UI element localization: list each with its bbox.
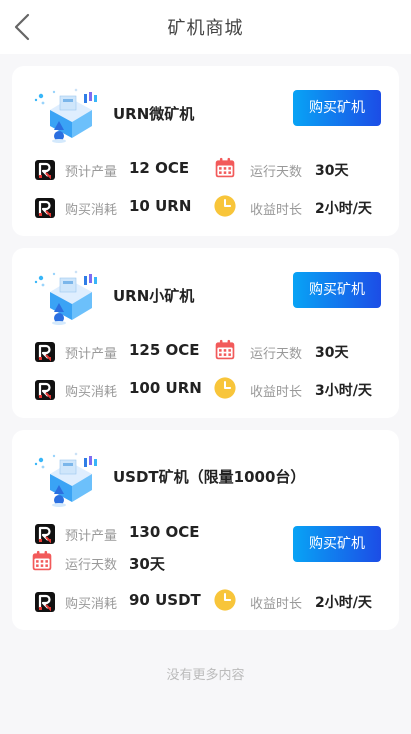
mining-machine-illustration bbox=[32, 450, 102, 512]
stat-value: 100 URN bbox=[129, 379, 202, 397]
buy-button[interactable]: 购买矿机 bbox=[293, 272, 381, 308]
stat-value: 30天 bbox=[315, 345, 349, 361]
mining-machine-illustration bbox=[32, 86, 102, 148]
stat-value: 125 OCE bbox=[129, 341, 200, 359]
product-name: URN小矿机 bbox=[113, 287, 195, 305]
stat-label: 收益时长 bbox=[250, 597, 303, 612]
stat-label: 运行天数 bbox=[250, 347, 303, 362]
product-name: USDT矿机（限量1000台） bbox=[113, 468, 306, 486]
calendar-icon bbox=[214, 339, 236, 361]
r-logo-icon bbox=[34, 379, 56, 401]
product-card-urn-small: URN小矿机 购买矿机 预计产量 125 OCE 运行天数 30天 购买消耗 1… bbox=[12, 248, 399, 418]
calendar-icon bbox=[31, 550, 53, 572]
stat-label: 购买消耗 bbox=[65, 203, 118, 218]
stat-label: 购买消耗 bbox=[65, 597, 118, 612]
stat-label: 预计产量 bbox=[65, 165, 118, 180]
no-more-content-note: 没有更多内容 bbox=[166, 668, 245, 683]
stat-value: 2小时/天 bbox=[315, 201, 372, 217]
stat-label: 收益时长 bbox=[250, 385, 303, 400]
stat-value: 130 OCE bbox=[129, 523, 200, 541]
stat-label: 运行天数 bbox=[65, 558, 118, 573]
buy-button[interactable]: 购买矿机 bbox=[293, 526, 381, 562]
stat-value: 3小时/天 bbox=[315, 383, 372, 399]
stat-value: 30天 bbox=[129, 555, 165, 573]
stat-label: 收益时长 bbox=[250, 203, 303, 218]
stat-label: 预计产量 bbox=[65, 529, 118, 544]
r-logo-icon bbox=[34, 341, 56, 363]
mining-machine-illustration bbox=[32, 268, 102, 330]
clock-icon bbox=[214, 377, 236, 399]
stat-label: 预计产量 bbox=[65, 347, 118, 362]
stat-label: 购买消耗 bbox=[65, 385, 118, 400]
product-name: URN微矿机 bbox=[113, 105, 195, 123]
r-logo-icon bbox=[34, 591, 56, 613]
stat-value: 90 USDT bbox=[129, 591, 201, 609]
r-logo-icon bbox=[34, 159, 56, 181]
clock-icon bbox=[214, 195, 236, 217]
stat-label: 运行天数 bbox=[250, 165, 303, 180]
product-card-usdt: USDT矿机（限量1000台） 购买矿机 预计产量 130 OCE 运行天数 3… bbox=[12, 430, 399, 630]
calendar-icon bbox=[214, 157, 236, 179]
header-bar: 矿机商城 bbox=[0, 0, 411, 54]
stat-value: 12 OCE bbox=[129, 159, 190, 177]
stat-value: 30天 bbox=[315, 163, 349, 179]
page-title: 矿机商城 bbox=[167, 18, 244, 39]
buy-button[interactable]: 购买矿机 bbox=[293, 90, 381, 126]
stat-value: 2小时/天 bbox=[315, 595, 372, 611]
r-logo-icon bbox=[34, 197, 56, 219]
product-card-urn-micro: URN微矿机 购买矿机 预计产量 12 OCE 运行天数 30天 购买消耗 10… bbox=[12, 66, 399, 236]
clock-icon bbox=[214, 589, 236, 611]
r-logo-icon bbox=[34, 523, 56, 545]
stat-value: 10 URN bbox=[129, 197, 192, 215]
